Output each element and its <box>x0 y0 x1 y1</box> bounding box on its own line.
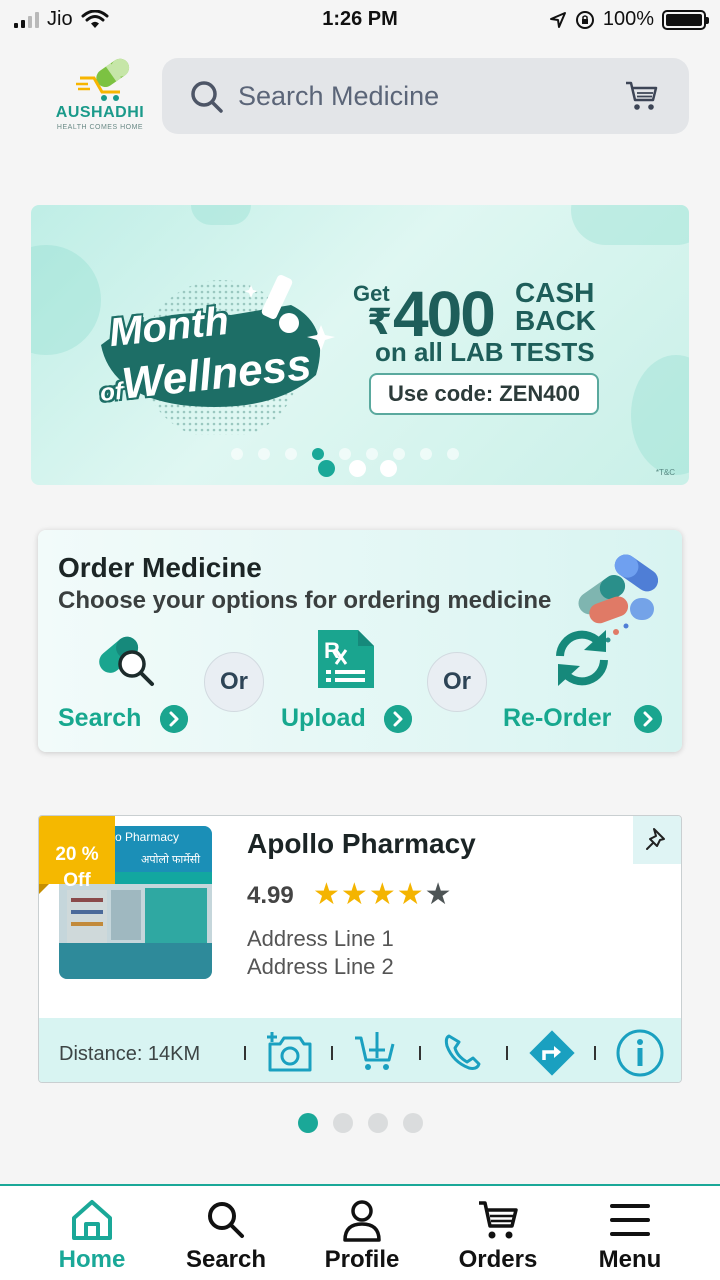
distance-label: Distance: 14KM <box>59 1043 201 1065</box>
order-title: Order Medicine <box>58 552 262 583</box>
battery-icon <box>662 9 709 30</box>
search-bar[interactable] <box>162 58 689 134</box>
pager-dot[interactable] <box>368 1113 388 1133</box>
logo-text: AUSHADHI <box>55 104 145 121</box>
banner-carousel-dots[interactable] <box>318 460 397 477</box>
offer-lab-tests: on all LAB TESTS <box>375 337 595 367</box>
rating-stars: ★ ★ ★ ★ ★ <box>313 880 452 910</box>
pharmacy-name[interactable]: Apollo Pharmacy <box>247 828 476 860</box>
nav-search-label: Search <box>185 1246 267 1273</box>
phone-icon[interactable] <box>441 1032 487 1072</box>
nav-menu[interactable]: Menu <box>560 1186 700 1280</box>
chevron-right-icon[interactable] <box>384 705 412 733</box>
nav-home[interactable]: Home <box>22 1186 162 1280</box>
prescription-icon[interactable]: R <box>316 628 376 690</box>
offer-cash: CASH <box>515 277 595 308</box>
carousel-dot[interactable] <box>318 460 335 477</box>
status-right: 100% <box>549 8 709 31</box>
star-icon: ★ <box>340 878 368 911</box>
address-line-2: Address Line 2 <box>247 954 394 979</box>
search-icon <box>208 1202 244 1238</box>
nav-orders-label: Orders <box>458 1246 538 1273</box>
address-line-1: Address Line 1 <box>247 926 394 951</box>
star-icon: ★ <box>368 878 396 911</box>
discount-badge: 20 % Off <box>39 816 115 894</box>
chevron-right-icon[interactable] <box>160 705 188 733</box>
camera-icon[interactable] <box>266 1032 312 1072</box>
status-bar: Jio 1:26 PM 100% <box>0 0 720 40</box>
banner-title-of: of <box>98 377 125 408</box>
pharmacy-rating: 4.99 <box>247 882 294 909</box>
nav-orders[interactable]: Orders <box>428 1186 568 1280</box>
nav-search[interactable]: Search <box>156 1186 296 1280</box>
location-arrow-icon <box>549 11 566 28</box>
carousel-dot[interactable] <box>380 460 397 477</box>
nav-menu-label: Menu <box>598 1246 662 1273</box>
carousel-dot[interactable] <box>349 460 366 477</box>
orientation-lock-icon <box>575 10 594 29</box>
app-logo[interactable]: AUSHADHI HEALTH COMES HOME <box>50 56 150 138</box>
logo-pill-icon <box>76 58 130 101</box>
pager-dot[interactable] <box>403 1113 423 1133</box>
pharmacy-pager-dots[interactable] <box>298 1113 423 1133</box>
cart-icon <box>479 1201 518 1239</box>
or-divider: Or <box>204 652 264 712</box>
directions-icon[interactable] <box>527 1028 577 1078</box>
pharmacy-action-bar: Distance: 14KM <box>39 1018 681 1082</box>
add-to-cart-icon[interactable] <box>353 1032 399 1072</box>
offer-back: BACK <box>515 305 596 336</box>
pager-dot[interactable] <box>298 1113 318 1133</box>
wellness-badge: Month ofWellness <box>91 265 381 435</box>
home-icon <box>72 1200 112 1240</box>
pharmacy-card[interactable]: o Pharmacy अपोलो फार्मेसी 20 % Off Apoll… <box>38 815 682 1083</box>
order-medicine-card: Order Medicine Choose your options for o… <box>38 530 682 752</box>
discount-off: Off <box>63 870 91 891</box>
discount-percent: 20 % <box>55 844 99 865</box>
star-empty-icon: ★ <box>424 878 452 911</box>
pager-dot[interactable] <box>333 1113 353 1133</box>
nav-profile[interactable]: Profile <box>292 1186 432 1280</box>
pin-icon <box>646 828 665 850</box>
bottom-nav: Home Search Profile Orders Menu <box>0 1184 720 1280</box>
star-icon: ★ <box>313 878 340 911</box>
option-reorder-label[interactable]: Re-Order <box>503 704 611 733</box>
search-icon <box>191 81 223 113</box>
nav-profile-label: Profile <box>324 1246 400 1273</box>
order-subtitle: Choose your options for ordering medicin… <box>58 587 552 614</box>
chevron-right-icon[interactable] <box>634 705 662 733</box>
pin-button[interactable] <box>633 816 681 864</box>
star-icon: ★ <box>396 878 424 911</box>
option-upload-label[interactable]: Upload <box>281 704 366 733</box>
info-icon[interactable] <box>615 1028 665 1078</box>
offer-cash-back: CASH BACK <box>515 279 596 335</box>
promo-banner[interactable]: Month ofWellness Get ₹ 400 CASH BACK on … <box>31 205 689 485</box>
store-sign-english: o Pharmacy <box>115 830 180 844</box>
cart-icon[interactable] <box>625 80 659 112</box>
search-input[interactable] <box>238 76 598 116</box>
battery-percent: 100% <box>602 8 654 30</box>
terms-label[interactable]: *T&C <box>656 468 675 477</box>
option-search-label[interactable]: Search <box>58 704 141 733</box>
promo-code[interactable]: Use code: ZEN400 <box>369 373 599 415</box>
logo-tagline: HEALTH COMES HOME <box>56 124 144 131</box>
profile-icon <box>343 1200 381 1242</box>
banner-inner-dots <box>231 448 459 460</box>
or-divider: Or <box>427 652 487 712</box>
discount-text: 20 % Off <box>39 842 115 894</box>
pill-search-icon[interactable] <box>94 626 158 690</box>
reorder-icon[interactable] <box>550 626 614 690</box>
menu-icon <box>610 1204 650 1236</box>
nav-home-label: Home <box>58 1246 126 1273</box>
store-sign-hindi: अपोलो फार्मेसी <box>141 854 201 866</box>
